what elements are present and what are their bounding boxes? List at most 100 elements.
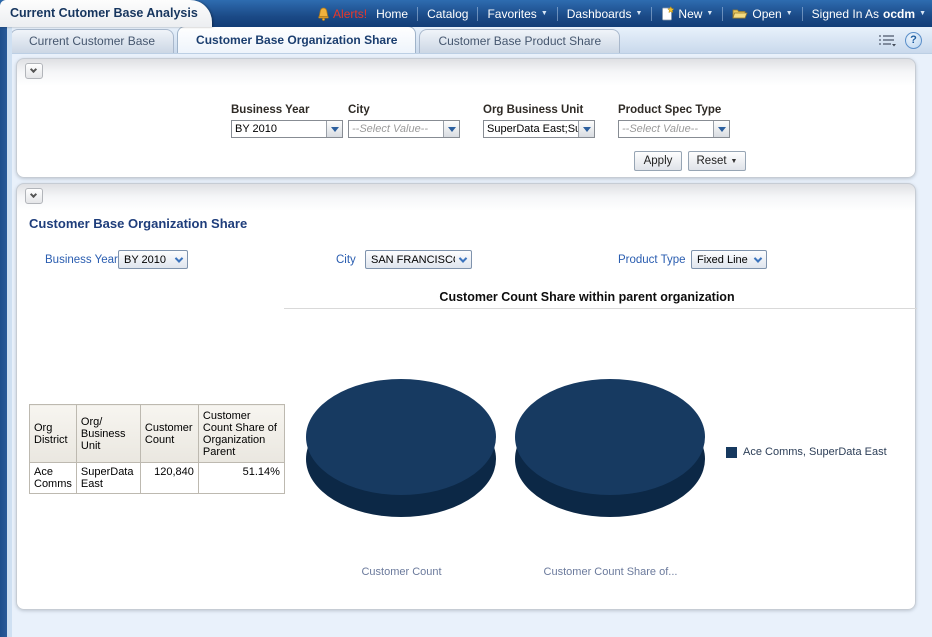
nav-open-label: Open bbox=[752, 7, 781, 21]
report-panel: Customer Base Organization Share Busines… bbox=[16, 183, 916, 610]
dropdown-button[interactable] bbox=[713, 121, 729, 137]
filter-product-type-value: Fixed Line bbox=[692, 254, 750, 266]
alerts-link[interactable]: Alerts! bbox=[317, 7, 367, 21]
caret-down-icon: ▼ bbox=[635, 10, 642, 17]
chevron-down-icon bbox=[750, 257, 766, 263]
dropdown-button[interactable] bbox=[326, 121, 342, 137]
reset-button[interactable]: Reset ▼ bbox=[688, 151, 746, 171]
dashboard-window: Current Cutomer Base Analysis Alerts! Ho… bbox=[0, 0, 932, 637]
filter-business-year-value: BY 2010 bbox=[119, 254, 171, 266]
col-org-district: Org District bbox=[30, 405, 77, 463]
prompt-city-value: --Select Value-- bbox=[349, 121, 443, 137]
nav-new-label: New bbox=[678, 7, 702, 21]
tab-customer-base-product-share[interactable]: Customer Base Product Share bbox=[419, 29, 620, 53]
pie-top bbox=[306, 379, 496, 495]
caret-down-icon: ▼ bbox=[919, 10, 926, 17]
prompt-business-year-label: Business Year bbox=[231, 104, 361, 116]
cell-org-business-unit: SuperData East bbox=[76, 463, 140, 494]
nav-separator bbox=[722, 7, 723, 21]
nav-separator bbox=[802, 7, 803, 21]
dropdown-button[interactable] bbox=[443, 121, 459, 137]
pie-caption-customer-count-share: Customer Count Share of... bbox=[513, 566, 708, 578]
page-options-icon[interactable] bbox=[878, 33, 897, 48]
nav-new[interactable]: New ▼ bbox=[661, 6, 713, 21]
prompt-product-spec-type-select[interactable]: --Select Value-- bbox=[618, 120, 730, 138]
prompt-org-business-unit-select[interactable]: SuperData East;Super bbox=[483, 120, 595, 138]
collapse-prompts-button[interactable] bbox=[25, 63, 43, 79]
nav-dashboards-label: Dashboards bbox=[567, 7, 632, 21]
prompt-business-year: Business Year BY 2010 bbox=[231, 104, 361, 138]
filter-product-type-label: Product Type bbox=[618, 254, 686, 266]
filter-city-value: SAN FRANCISCO bbox=[366, 254, 455, 266]
page-title-tab: Current Cutomer Base Analysis bbox=[0, 0, 212, 27]
filter-city-label: City bbox=[336, 254, 356, 266]
prompt-product-spec-type: Product Spec Type --Select Value-- bbox=[618, 104, 748, 138]
prompt-product-spec-type-value: --Select Value-- bbox=[619, 121, 713, 137]
dashboard-tabstrip: Current Customer Base Customer Base Orga… bbox=[0, 27, 932, 54]
alerts-bell-icon bbox=[317, 7, 330, 21]
prompt-org-business-unit-label: Org Business Unit bbox=[483, 104, 613, 116]
nav-separator bbox=[477, 7, 478, 21]
caret-down-icon bbox=[331, 127, 339, 132]
tabstrip-icons: ? bbox=[878, 32, 922, 49]
caret-down-icon bbox=[448, 127, 456, 132]
filter-product-type-select[interactable]: Fixed Line bbox=[691, 250, 767, 269]
col-org-business-unit: Org/ Business Unit bbox=[76, 405, 140, 463]
chevron-down-icon bbox=[171, 257, 187, 263]
dropdown-button[interactable] bbox=[578, 121, 594, 137]
caret-down-icon: ▼ bbox=[786, 10, 793, 17]
page-title: Current Cutomer Base Analysis bbox=[0, 0, 212, 20]
pie-chart-customer-count-share[interactable] bbox=[513, 371, 708, 521]
chevron-down-icon bbox=[455, 257, 471, 263]
prompt-org-business-unit: Org Business Unit SuperData East;Super bbox=[483, 104, 613, 138]
tab-customer-base-organization-share[interactable]: Customer Base Organization Share bbox=[177, 26, 416, 53]
reset-button-label: Reset bbox=[697, 155, 727, 167]
prompt-product-spec-type-label: Product Spec Type bbox=[618, 104, 748, 116]
legend-label: Ace Comms, SuperData East bbox=[743, 446, 887, 458]
nav-dashboards[interactable]: Dashboards ▼ bbox=[567, 7, 643, 21]
caret-down-icon: ▼ bbox=[541, 10, 548, 17]
chart-legend: Ace Comms, SuperData East bbox=[726, 446, 887, 458]
collapse-report-button[interactable] bbox=[25, 188, 43, 204]
tab-current-customer-base[interactable]: Current Customer Base bbox=[10, 29, 174, 53]
nav-home[interactable]: Home bbox=[376, 7, 408, 21]
filter-business-year-label: Business Year bbox=[45, 254, 118, 266]
pie-chart-customer-count[interactable] bbox=[304, 371, 499, 521]
nav-catalog[interactable]: Catalog bbox=[427, 7, 468, 21]
help-icon[interactable]: ? bbox=[905, 32, 922, 49]
signed-in-username: ocdm bbox=[883, 7, 915, 21]
signed-in-prefix: Signed In As bbox=[812, 7, 879, 21]
legend-swatch bbox=[726, 447, 737, 458]
prompt-business-year-select[interactable]: BY 2010 bbox=[231, 120, 343, 138]
nav-favorites[interactable]: Favorites ▼ bbox=[487, 7, 547, 21]
new-document-icon bbox=[661, 6, 674, 21]
top-navbar: Current Cutomer Base Analysis Alerts! Ho… bbox=[0, 0, 932, 27]
prompt-city: City --Select Value-- bbox=[348, 104, 478, 138]
caret-down-icon: ▼ bbox=[706, 10, 713, 17]
table-header-row: Org District Org/ Business Unit Customer… bbox=[30, 405, 285, 463]
pie-caption-customer-count: Customer Count bbox=[304, 566, 499, 578]
col-customer-count: Customer Count bbox=[140, 405, 198, 463]
caret-down-icon bbox=[718, 127, 726, 132]
prompt-city-select[interactable]: --Select Value-- bbox=[348, 120, 460, 138]
nav-open[interactable]: Open ▼ bbox=[732, 7, 792, 21]
filter-city-select[interactable]: SAN FRANCISCO bbox=[365, 250, 472, 269]
cell-org-district: Ace Comms bbox=[30, 463, 77, 494]
global-nav: Alerts! Home Catalog Favorites ▼ Dashboa… bbox=[317, 0, 926, 27]
filter-business-year-select[interactable]: BY 2010 bbox=[118, 250, 188, 269]
pivot-table: Org District Org/ Business Unit Customer… bbox=[29, 404, 285, 494]
col-customer-count-share: Customer Count Share of Organization Par… bbox=[198, 405, 284, 463]
table-row: Ace Comms SuperData East 120,840 51.14% bbox=[30, 463, 285, 494]
nav-separator bbox=[557, 7, 558, 21]
open-folder-icon bbox=[732, 7, 748, 20]
pie-top bbox=[515, 379, 705, 495]
signed-in-menu[interactable]: Signed In As ocdm ▼ bbox=[812, 7, 926, 21]
alerts-label: Alerts! bbox=[333, 7, 367, 21]
caret-down-icon: ▼ bbox=[731, 158, 738, 165]
prompt-business-year-value: BY 2010 bbox=[232, 121, 326, 137]
prompts-panel: Business Year BY 2010 City --Select Valu… bbox=[16, 58, 916, 178]
chevron-down-icon bbox=[30, 66, 37, 73]
chart-title-rule bbox=[284, 308, 917, 309]
apply-button[interactable]: Apply bbox=[634, 151, 682, 171]
cell-customer-count: 120,840 bbox=[140, 463, 198, 494]
